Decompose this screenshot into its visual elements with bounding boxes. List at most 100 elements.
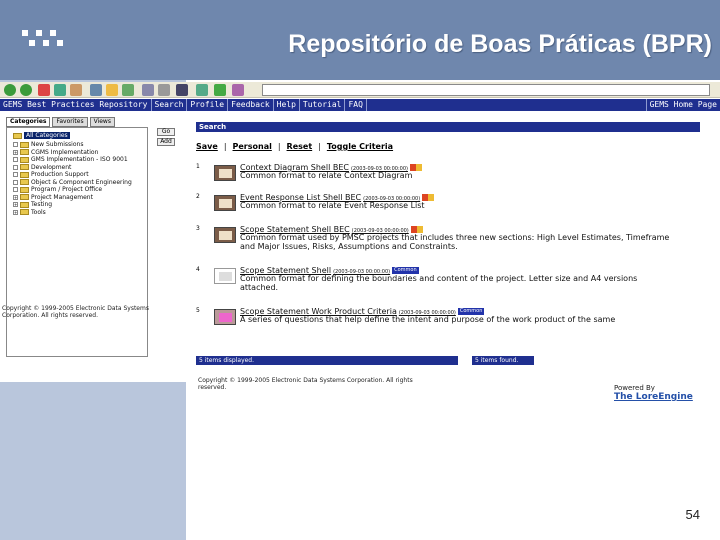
document-thumbnail-icon[interactable] — [214, 309, 236, 325]
forward-icon[interactable] — [20, 84, 32, 96]
expand-icon[interactable] — [13, 142, 18, 148]
favorites-icon[interactable] — [106, 84, 118, 96]
expand-icon[interactable] — [13, 187, 18, 193]
nav-tutorial[interactable]: Tutorial — [300, 99, 346, 111]
result-number: 5 — [196, 307, 200, 314]
expand-icon[interactable]: + — [13, 202, 18, 208]
save-link[interactable]: Save — [196, 142, 218, 151]
folder-icon — [20, 186, 29, 193]
result-actions: Save | Personal | Reset | Toggle Criteria — [196, 142, 394, 151]
history-icon[interactable] — [122, 84, 134, 96]
result-description: Common format to relate Context Diagram — [240, 171, 413, 180]
search-results: Search Save | Personal | Reset | Toggle Cri… — [196, 122, 700, 151]
toggle-criteria-link[interactable]: Toggle Criteria — [327, 142, 393, 151]
browser-toolbar — [0, 82, 720, 98]
powered-by: Powered By The LoreEngine — [614, 384, 693, 402]
document-thumbnail-icon[interactable] — [214, 227, 236, 243]
slide-header: Repositório de Boas Práticas (BPR) — [0, 0, 720, 80]
refresh-icon[interactable] — [54, 84, 66, 96]
left-copyright: Copyright © 1999-2005 Electronic Data Sy… — [2, 305, 149, 319]
expand-icon[interactable]: + — [13, 194, 18, 200]
tree-item[interactable]: Development — [13, 164, 143, 172]
tree-item[interactable]: + Project Management — [13, 194, 143, 202]
tree-item-label: Project Management — [31, 193, 93, 201]
common-tag: Common — [392, 267, 419, 274]
tree-item-label: Testing — [31, 201, 53, 208]
nav-faq[interactable]: FAQ — [345, 99, 367, 111]
slide-number: 54 — [685, 507, 700, 522]
rating-badge-icon — [409, 164, 422, 171]
rating-badge-icon — [410, 226, 423, 233]
tab-categories[interactable]: Categories — [6, 117, 51, 127]
result-description: Common format for defining the boundarie… — [240, 274, 638, 292]
nav-search[interactable]: Search — [152, 99, 188, 111]
decorative-dots-icon — [22, 30, 63, 52]
folder-icon — [20, 201, 29, 208]
tree-item[interactable]: Production Support — [13, 171, 143, 179]
nav-help[interactable]: Help — [274, 99, 300, 111]
tree-item-label: CGMS Implementation — [31, 148, 99, 156]
document-thumbnail-icon[interactable] — [214, 195, 236, 211]
status-displayed: 5 items displayed. — [196, 356, 458, 365]
category-pane: Categories Favorites Views All Categorie… — [0, 114, 176, 382]
document-thumbnail-icon[interactable] — [214, 165, 236, 181]
go-button[interactable]: Go — [157, 128, 175, 136]
result-description: Common format to relate Event Response L… — [240, 201, 425, 210]
tree-item[interactable]: + CGMS Implementation — [13, 149, 143, 157]
tab-favorites[interactable]: Favorites — [52, 117, 88, 127]
tree-root[interactable]: All Categories — [13, 132, 143, 139]
document-thumbnail-icon[interactable] — [214, 268, 236, 284]
expand-icon[interactable]: + — [13, 209, 18, 215]
nav-profile[interactable]: Profile — [187, 99, 229, 111]
result-number: 1 — [196, 163, 200, 170]
tree-item-label: Program / Project Office — [31, 186, 103, 193]
messenger-icon[interactable] — [214, 84, 226, 96]
add-button[interactable]: Add — [157, 138, 175, 146]
tree-item-label: GMS Implementation - ISO 9001 — [31, 156, 128, 163]
personal-link[interactable]: Personal — [233, 142, 272, 151]
edit-icon[interactable] — [176, 84, 188, 96]
expand-icon[interactable] — [13, 164, 18, 170]
brand-logo[interactable]: The LoreEngine — [614, 392, 693, 402]
discuss-icon[interactable] — [196, 84, 208, 96]
tree-item[interactable]: + Testing — [13, 201, 143, 209]
search-header: Search — [196, 122, 700, 132]
folder-icon — [20, 149, 29, 156]
folder-icon — [20, 156, 29, 163]
nav-feedback[interactable]: Feedback — [228, 99, 274, 111]
common-tag: Common — [457, 308, 485, 315]
slide-title: Repositório de Boas Práticas (BPR) — [288, 30, 712, 58]
tree-item[interactable]: Program / Project Office — [13, 186, 143, 194]
nav-home-page[interactable]: GEMS Home Page — [645, 99, 720, 111]
home-icon[interactable] — [70, 84, 82, 96]
mail-icon[interactable] — [142, 84, 154, 96]
status-found: 5 items found. — [472, 356, 534, 365]
tree-item-label: Object & Component Engineering — [31, 178, 132, 186]
expand-icon[interactable] — [13, 179, 18, 185]
tree-item[interactable]: + Tools — [13, 209, 143, 217]
tree-side-controls: Go Add — [157, 128, 175, 148]
print-icon[interactable] — [158, 84, 170, 96]
expand-icon[interactable] — [13, 172, 18, 178]
category-tabs: Categories Favorites Views — [0, 114, 176, 127]
folder-icon — [20, 194, 29, 201]
folder-icon — [20, 141, 29, 148]
tree-item[interactable]: Object & Component Engineering — [13, 179, 143, 187]
back-icon[interactable] — [4, 84, 16, 96]
result-description: Common format used by PMSC projects that… — [240, 233, 670, 251]
result-number: 3 — [196, 225, 200, 232]
research-icon[interactable] — [232, 84, 244, 96]
category-tree: All Categories New Submissions + CGMS Imp… — [6, 127, 175, 357]
tree-item[interactable]: GMS Implementation - ISO 9001 — [13, 156, 143, 164]
address-bar[interactable] — [262, 84, 710, 96]
expand-icon[interactable]: + — [13, 149, 18, 155]
nav-repository[interactable]: GEMS Best Practices Repository — [0, 99, 152, 111]
tree-item[interactable]: New Submissions — [13, 141, 143, 149]
folder-icon — [20, 164, 29, 171]
stop-icon[interactable] — [38, 84, 50, 96]
reset-link[interactable]: Reset — [287, 142, 313, 151]
expand-icon[interactable] — [13, 157, 18, 163]
tab-views[interactable]: Views — [89, 117, 115, 127]
search-icon[interactable] — [90, 84, 102, 96]
folder-icon — [13, 132, 22, 139]
